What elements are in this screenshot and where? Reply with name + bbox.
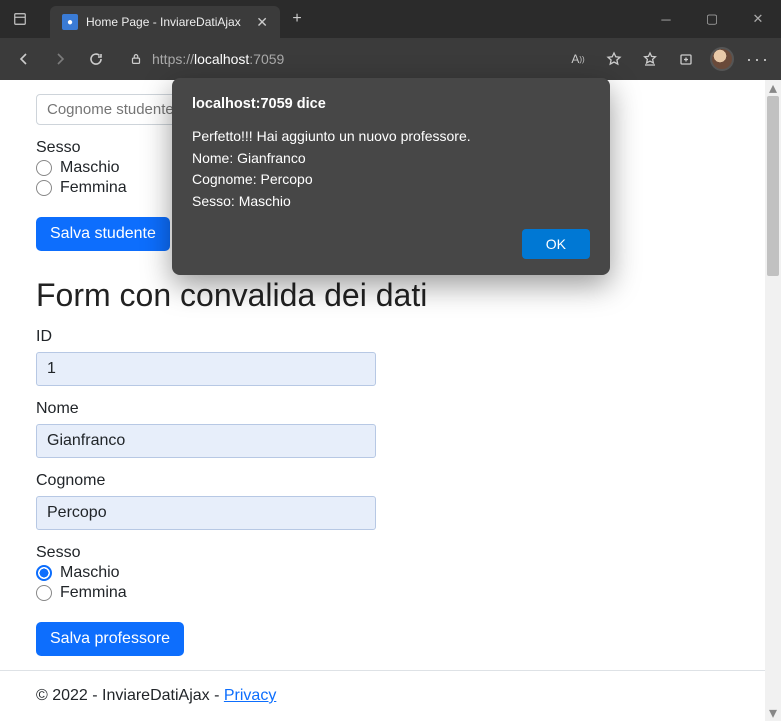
- profile-button[interactable]: [705, 43, 739, 75]
- page-footer: © 2022 - InviareDatiAjax - Privacy: [0, 670, 781, 721]
- close-tab-icon[interactable]: ✕: [256, 14, 268, 31]
- validated-form-title: Form con convalida dei dati: [36, 277, 745, 314]
- avatar: [710, 47, 734, 71]
- page-favicon: ●: [62, 14, 78, 30]
- prof-nome-label: Nome: [36, 400, 745, 418]
- nav-forward-button[interactable]: [42, 43, 78, 75]
- prof-id-label: ID: [36, 328, 745, 346]
- prof-sex-female-label: Femmina: [60, 584, 127, 602]
- footer-text: © 2022 - InviareDatiAjax -: [36, 687, 224, 704]
- student-sex-female-label: Femmina: [60, 179, 127, 197]
- scroll-up-icon[interactable]: ▴: [765, 80, 781, 96]
- alert-message: Perfetto!!! Hai aggiunto un nuovo profes…: [192, 126, 590, 213]
- nav-refresh-button[interactable]: [78, 43, 114, 75]
- student-sex-female-radio[interactable]: [36, 180, 52, 196]
- privacy-link[interactable]: Privacy: [224, 687, 276, 704]
- prof-cognome-input[interactable]: Percopo: [36, 496, 376, 530]
- prof-id-input[interactable]: 1: [36, 352, 376, 386]
- browser-tab[interactable]: ● Home Page - InviareDatiAjax ✕: [50, 6, 280, 38]
- prof-sex-male-label: Maschio: [60, 564, 120, 582]
- window-minimize-button[interactable]: ─: [643, 0, 689, 38]
- prof-cognome-label: Cognome: [36, 472, 745, 490]
- prof-sex-female-radio[interactable]: [36, 585, 52, 601]
- alert-ok-button[interactable]: OK: [522, 229, 590, 259]
- js-alert-dialog: localhost:7059 dice Perfetto!!! Hai aggi…: [172, 78, 610, 275]
- url-text: https://localhost:7059: [150, 47, 286, 71]
- vertical-scrollbar[interactable]: ▴ ▾: [765, 80, 781, 721]
- read-aloud-icon[interactable]: A)): [561, 43, 595, 75]
- window-maximize-button[interactable]: ▢: [689, 0, 735, 38]
- favorites-list-icon[interactable]: [633, 43, 667, 75]
- prof-sex-male-radio[interactable]: [36, 565, 52, 581]
- alert-title: localhost:7059 dice: [192, 96, 590, 112]
- more-menu-icon[interactable]: ···: [741, 43, 775, 75]
- prof-sex-label: Sesso: [36, 544, 745, 562]
- save-professor-button[interactable]: Salva professore: [36, 622, 184, 656]
- favorite-icon[interactable]: [597, 43, 631, 75]
- window-close-button[interactable]: ✕: [735, 0, 781, 38]
- collections-icon[interactable]: [669, 43, 703, 75]
- prof-nome-input[interactable]: Gianfranco: [36, 424, 376, 458]
- new-tab-button[interactable]: +: [280, 0, 314, 38]
- nav-back-button[interactable]: [6, 43, 42, 75]
- address-bar[interactable]: https://localhost:7059: [118, 47, 557, 71]
- lock-icon: [122, 52, 150, 66]
- save-student-button[interactable]: Salva studente: [36, 217, 170, 251]
- scrollbar-thumb[interactable]: [767, 96, 779, 276]
- tab-title: Home Page - InviareDatiAjax: [86, 15, 248, 29]
- scroll-down-icon[interactable]: ▾: [765, 705, 781, 721]
- student-sex-male-radio[interactable]: [36, 160, 52, 176]
- tab-list-button[interactable]: [0, 12, 40, 26]
- student-sex-male-label: Maschio: [60, 159, 120, 177]
